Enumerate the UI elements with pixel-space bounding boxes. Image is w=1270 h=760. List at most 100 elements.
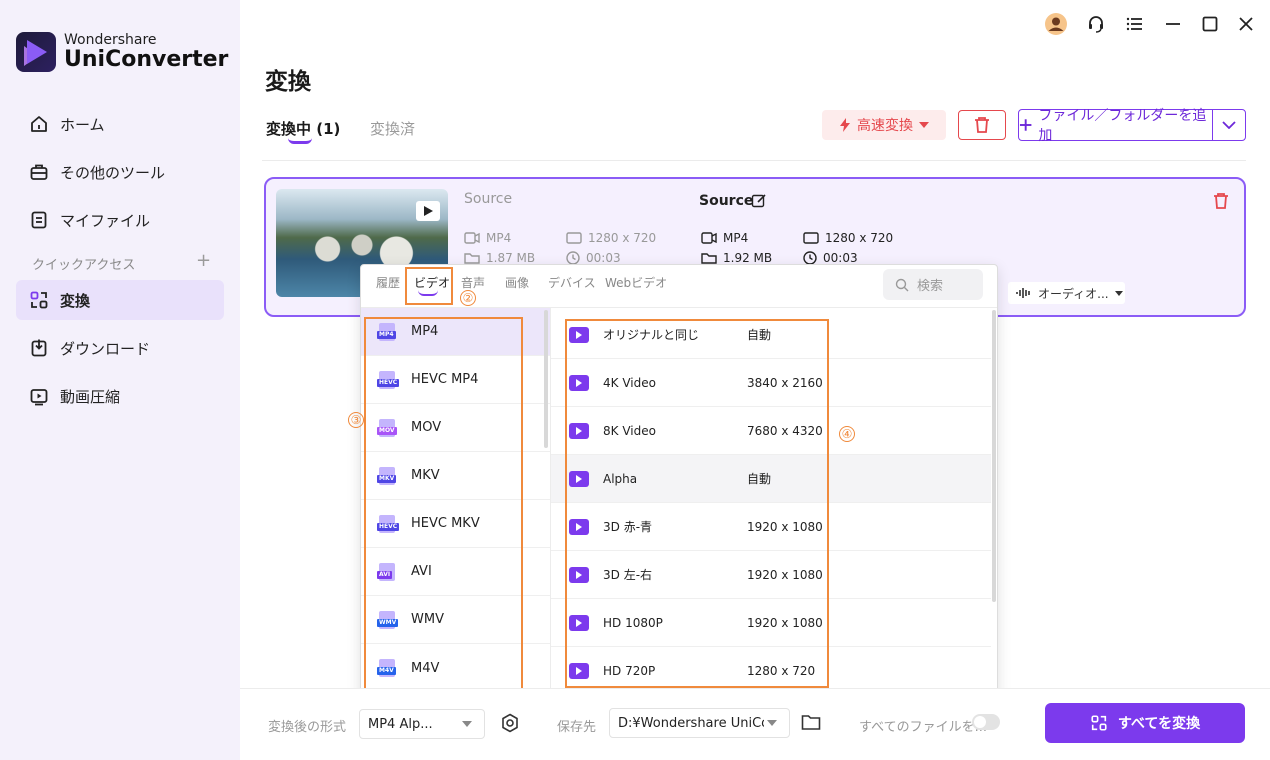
target-size: 1.92 MB (701, 251, 772, 265)
home-icon (28, 113, 50, 135)
add-files-main[interactable]: ファイル／フォルダーを追加 (1019, 108, 1213, 144)
sidebar-item-label: マイファイル (60, 211, 151, 230)
clock-icon (566, 251, 580, 265)
sidebar-item-label: その他のツール (60, 163, 166, 182)
convert-icon (1091, 715, 1107, 731)
video-camera-icon (464, 232, 480, 244)
popup-tab-history[interactable]: 履歴 (376, 274, 400, 291)
audio-track-label: オーディオ... (1038, 286, 1109, 301)
clock-icon (803, 251, 817, 265)
divider (262, 160, 1246, 161)
target-resolution: 1280 x 720 (803, 231, 893, 245)
source-resolution-value: 1280 x 720 (588, 231, 657, 245)
plus-icon (1019, 119, 1032, 131)
app-logo: Wondershare UniConverter (16, 32, 228, 72)
audio-track-select[interactable]: オーディオ... (1008, 282, 1125, 304)
output-format-value: MP4 Alp... (368, 716, 433, 732)
sidebar-item-download[interactable]: ダウンロード (16, 328, 224, 368)
tab-converting[interactable]: 変換中 (1) (266, 118, 340, 139)
resolution-icon (566, 232, 582, 244)
quick-access-add-button[interactable]: + (196, 250, 211, 271)
format-search-input[interactable]: 検索 (883, 269, 983, 300)
open-folder-icon[interactable] (801, 713, 821, 735)
annotation-box-video-tab (405, 267, 453, 305)
sidebar-item-label: 変換 (60, 291, 91, 310)
popup-tab-audio[interactable]: 音声 (461, 274, 485, 291)
source-label: Source (464, 191, 513, 207)
source-format-value: MP4 (486, 231, 512, 245)
sidebar-item-label: ホーム (60, 115, 105, 134)
sidebar-item-compress[interactable]: 動画圧縮 (16, 376, 224, 416)
fast-convert-button[interactable]: 高速変換 (822, 110, 946, 140)
resolution-icon (803, 232, 819, 244)
source-format: MP4 (464, 231, 511, 245)
save-location-label: 保存先 (557, 720, 597, 735)
annotation-number-4: ④ (839, 426, 855, 442)
popup-tab-image[interactable]: 画像 (505, 274, 529, 291)
convert-all-button[interactable]: すべてを変換 (1045, 703, 1245, 743)
source-size: 1.87 MB (464, 251, 535, 265)
page-title: 変換 (265, 69, 311, 95)
merge-files-label: すべてのファイルを... (859, 720, 987, 735)
source-resolution: 1280 x 720 (566, 231, 656, 245)
target-duration-value: 00:03 (823, 251, 858, 265)
merge-files-toggle[interactable] (972, 714, 1000, 730)
output-settings-gear-icon[interactable] (500, 713, 520, 737)
brand-line1: Wondershare (64, 32, 157, 48)
convert-all-label: すべてを変換 (1117, 716, 1201, 732)
menu-icon[interactable] (1123, 12, 1147, 36)
add-files-dropdown[interactable] (1213, 110, 1245, 140)
target-resolution-value: 1280 x 720 (825, 231, 894, 245)
format-list-scrollbar[interactable] (544, 310, 548, 448)
caret-down-icon (767, 720, 777, 726)
annotation-box-format-list (364, 317, 523, 690)
folder-icon (701, 253, 717, 264)
maximize-icon[interactable] (1198, 12, 1222, 36)
save-path-value: D:¥Wondershare UniCon (618, 715, 764, 731)
minimize-icon[interactable] (1161, 12, 1185, 36)
save-path-select[interactable]: D:¥Wondershare UniCon (609, 708, 790, 738)
chevron-down-icon (1222, 121, 1236, 129)
lightning-icon (840, 118, 850, 132)
play-icon[interactable] (416, 201, 440, 221)
annotation-number-2: ② (460, 290, 476, 306)
edit-icon[interactable] (751, 193, 767, 213)
delete-all-button[interactable] (958, 110, 1006, 140)
close-icon[interactable] (1234, 12, 1258, 36)
tab-converted[interactable]: 変換済 (370, 118, 415, 139)
avatar-icon[interactable] (1044, 12, 1068, 36)
sidebar-item-convert[interactable]: 変換 (16, 280, 224, 320)
tab-label: 変換中 (266, 120, 312, 138)
convert-icon (28, 289, 50, 311)
sidebar-item-home[interactable]: ホーム (16, 104, 224, 144)
target-label: Source (699, 193, 754, 209)
file-icon (28, 209, 50, 231)
popup-tab-web-video[interactable]: Webビデオ (605, 274, 667, 291)
output-format-select[interactable]: MP4 Alp... (359, 709, 485, 739)
sidebar-item-my-files[interactable]: マイファイル (16, 200, 224, 240)
source-duration-value: 00:03 (586, 251, 621, 265)
toolbox-icon (28, 161, 50, 183)
popup-tab-device[interactable]: デバイス (548, 274, 596, 291)
target-size-value: 1.92 MB (723, 251, 773, 265)
support-headset-icon[interactable] (1084, 12, 1108, 36)
add-files-button[interactable]: ファイル／フォルダーを追加 (1018, 108, 1246, 144)
video-camera-icon (701, 232, 717, 244)
folder-icon (464, 253, 480, 264)
add-files-label: ファイル／フォルダーを追加 (1038, 108, 1207, 144)
active-tab-indicator (288, 138, 312, 144)
remove-file-trash-icon[interactable] (1212, 192, 1230, 214)
source-size-value: 1.87 MB (486, 251, 536, 265)
tab-count: (1) (316, 120, 341, 138)
download-icon (28, 337, 50, 359)
resolution-list-scrollbar[interactable] (992, 310, 996, 602)
quick-access-label: クイックアクセス (32, 258, 136, 273)
trash-icon (975, 117, 989, 133)
sidebar-item-tools[interactable]: その他のツール (16, 152, 224, 192)
waveform-icon (1016, 288, 1030, 298)
uniconverter-logo-icon (16, 32, 56, 72)
caret-down-icon (462, 721, 472, 727)
target-duration: 00:03 (803, 251, 858, 265)
sidebar-item-label: ダウンロード (60, 339, 151, 358)
search-placeholder: 検索 (917, 279, 944, 294)
